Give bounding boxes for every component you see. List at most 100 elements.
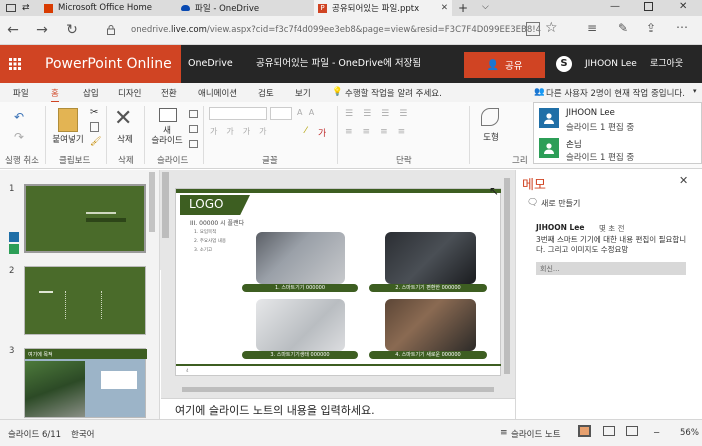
delete-slide-icon[interactable]: ✕: [114, 106, 132, 131]
shapes-icon[interactable]: [481, 108, 499, 126]
tab-list-chevron-icon[interactable]: ⌵: [482, 2, 489, 12]
font-style-icon[interactable]: 가가가가: [210, 126, 275, 137]
hide-slide-icon[interactable]: [189, 140, 198, 148]
slide-thumbnail-1[interactable]: [24, 184, 146, 253]
notes-input[interactable]: 여기에 슬라이드 노트의 내용을 입력하세요.: [161, 398, 515, 419]
paste-button[interactable]: 붙여넣기: [52, 133, 84, 145]
duplicate-slide-icon[interactable]: [189, 125, 198, 133]
shapes-button[interactable]: 도형: [477, 131, 505, 143]
close-comments-icon[interactable]: ✕: [679, 174, 688, 187]
hub-icon[interactable]: ≡: [587, 21, 597, 35]
list-icons[interactable]: ☰☰☰☰: [345, 109, 417, 119]
browser-tab-onedrive[interactable]: 파일 - OneDrive: [177, 0, 312, 16]
refresh-icon[interactable]: ↻: [63, 22, 81, 38]
layout-icon[interactable]: [189, 110, 198, 118]
highlight-icon[interactable]: ⁄: [305, 126, 307, 136]
slide-thumbnail-2[interactable]: [24, 266, 146, 335]
presence-popup: JIHOON Lee 슬라이드 1 편집 중 손님 슬라이드 1 편집 중: [533, 102, 702, 164]
new-slide-icon[interactable]: [159, 108, 177, 122]
favorite-star-icon[interactable]: ☆: [545, 20, 558, 36]
format-painter-icon[interactable]: 🖌: [90, 137, 101, 147]
align-icons[interactable]: ≡≡≡≡: [345, 127, 415, 137]
reading-view-icon[interactable]: [626, 426, 638, 436]
slide-bullet: 1. 요입목적: [194, 230, 217, 235]
normal-view-icon[interactable]: [578, 425, 591, 437]
tab-design[interactable]: 디자인: [118, 87, 141, 99]
tab-preview-icon[interactable]: [6, 4, 16, 12]
close-tab-icon[interactable]: ✕: [437, 3, 448, 13]
cut-icon[interactable]: ✂: [90, 107, 98, 118]
slide-thumbnail-pane: 1 2 3 여기에 목적: [0, 170, 160, 419]
notes-toggle-button[interactable]: 슬라이드 노트: [511, 428, 561, 440]
maximize-icon[interactable]: [644, 2, 653, 11]
font-size-select[interactable]: [270, 107, 292, 120]
zoom-out-icon[interactable]: −: [653, 428, 660, 438]
tab-view[interactable]: 보기: [295, 87, 311, 99]
new-comment-icon[interactable]: 🗨: [527, 198, 538, 208]
slide-sorter-icon[interactable]: [603, 426, 615, 436]
back-icon[interactable]: ←: [4, 22, 22, 38]
undo-icon[interactable]: ↶: [14, 110, 24, 124]
minimize-icon[interactable]: —: [610, 1, 620, 12]
current-slide[interactable]: LOGO III. 00000 시 플랜다 1. 요입목적 2. 주요사업 내용…: [175, 188, 502, 376]
more-icon[interactable]: ⋯: [676, 20, 688, 34]
scroll-thumb[interactable]: [162, 172, 169, 238]
slide-vertical-scrollbar[interactable]: [501, 172, 513, 396]
url-field[interactable]: onedrive.live.com/view.aspx?cid=f3c7f4d0…: [131, 25, 541, 35]
skype-icon[interactable]: S: [556, 56, 572, 72]
delete-button[interactable]: 삭제: [111, 133, 139, 145]
copy-icon[interactable]: [90, 122, 99, 132]
paste-icon[interactable]: [58, 108, 78, 132]
collab-notice[interactable]: 다른 사용자 2명이 현재 작업 중입니다.: [546, 87, 685, 99]
close-window-icon[interactable]: ✕: [679, 1, 687, 12]
app-name[interactable]: PowerPoint Online: [30, 45, 181, 83]
language[interactable]: 한국어: [71, 428, 94, 440]
app-launcher-icon[interactable]: [0, 45, 30, 83]
redo-icon[interactable]: ↷: [14, 130, 24, 144]
onedrive-link[interactable]: OneDrive: [188, 45, 233, 83]
user-name[interactable]: JIHOON Lee: [585, 45, 637, 83]
slide-horizontal-scrollbar[interactable]: [178, 384, 498, 394]
tab-review[interactable]: 검토: [258, 87, 274, 99]
photo-laptop: [256, 299, 345, 351]
photo-caption: 3. 스마트기기생태 000000: [242, 351, 358, 359]
scroll-thumb[interactable]: [504, 178, 510, 374]
web-note-icon[interactable]: ✎: [618, 21, 628, 35]
tell-me-input[interactable]: 수행할 작업을 알려 주세요.: [345, 87, 442, 99]
scroll-thumb[interactable]: [182, 387, 494, 392]
document-title[interactable]: 공유되어있는 파일 - OneDrive에 저장됨: [256, 45, 421, 83]
photo-smartphone: [256, 232, 345, 284]
font-color-icon[interactable]: 가: [318, 126, 326, 139]
thumb-list: [65, 291, 95, 319]
tab-actions[interactable]: ⇄: [0, 0, 34, 16]
photo-caption: 4. 스마트기기 새로운 000000: [369, 351, 487, 359]
tab-transitions[interactable]: 전환: [161, 87, 177, 99]
thumbnail-scrollbar[interactable]: [149, 172, 155, 232]
zoom-level[interactable]: 56%: [680, 428, 699, 438]
slide-thumbnail-3[interactable]: 여기에 목적: [24, 348, 147, 418]
thumb-text: [39, 291, 53, 293]
font-name-select[interactable]: [209, 107, 267, 120]
collab-chevron-icon[interactable]: ▾: [693, 87, 697, 95]
signout-link[interactable]: 로그아웃: [650, 45, 683, 83]
tab-animations[interactable]: 애니메이션: [198, 87, 237, 99]
tab-back-icon[interactable]: ⇄: [22, 3, 30, 13]
lock-icon: [107, 25, 115, 35]
share-page-icon[interactable]: ⇪: [646, 21, 656, 35]
new-comment-button[interactable]: 새로 만들기: [541, 198, 580, 209]
slide-top-bar: [176, 189, 502, 193]
font-grow-shrink-icon[interactable]: AA: [297, 108, 320, 117]
forward-icon[interactable]: →: [33, 22, 51, 38]
share-button[interactable]: 👤 공유: [464, 52, 545, 78]
tab-title: 파일 - OneDrive: [195, 4, 260, 14]
tab-insert[interactable]: 삽입: [83, 87, 99, 99]
browser-tab-pptx[interactable]: P 공유되어있는 파일.pptx ✕: [314, 0, 452, 16]
new-tab-icon[interactable]: +: [458, 1, 468, 15]
new-slide-button[interactable]: 새 슬라이드: [148, 126, 186, 146]
browser-tab-office-home[interactable]: Microsoft Office Home: [40, 0, 175, 16]
reading-view-icon[interactable]: [526, 22, 540, 36]
reply-input[interactable]: 회신...: [536, 262, 686, 275]
tab-home[interactable]: 홈: [51, 87, 59, 103]
photo-caption: 2. 스마트기기 편환한 000000: [369, 284, 487, 292]
tab-file[interactable]: 파일: [13, 87, 29, 99]
